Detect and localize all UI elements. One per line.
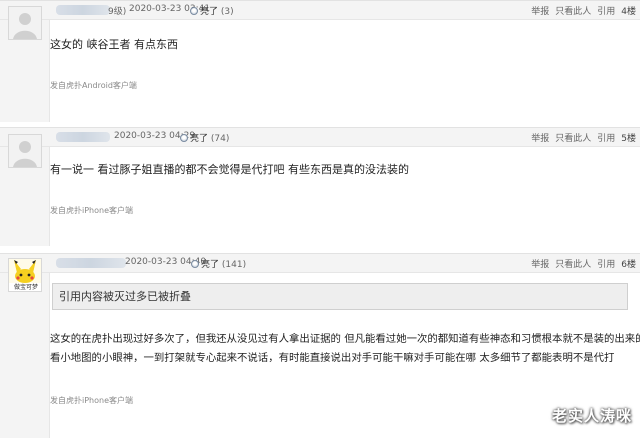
report-link[interactable]: 举报	[531, 134, 549, 144]
username-blurred[interactable]	[56, 5, 110, 15]
avatar[interactable]	[8, 134, 42, 168]
quote-link[interactable]: 引用	[597, 134, 615, 144]
floor-number: 4楼	[621, 7, 636, 17]
avatar[interactable]	[8, 6, 42, 40]
collapsed-quote[interactable]: 引用内容被灭过多已被折叠	[52, 283, 628, 310]
report-link[interactable]: 举报	[531, 260, 549, 270]
post-source: 发自虎扑Android客户端	[50, 81, 137, 90]
light-count: (141)	[221, 260, 247, 270]
light-icon	[190, 7, 198, 15]
floor-number: 5楼	[621, 134, 636, 144]
default-avatar-icon	[9, 135, 41, 167]
light-button[interactable]: 亮了 (141)	[191, 257, 246, 270]
only-this-user-link[interactable]: 只看此人	[555, 7, 591, 17]
light-count: (3)	[220, 7, 234, 17]
light-count: (74)	[210, 134, 230, 144]
post-content-line-2: 看小地图的小眼神，一到打架就专心起来不说话，有时能直接说出对手可能干嘛对手可能在…	[50, 352, 615, 364]
username-blurred[interactable]	[56, 132, 110, 142]
light-icon	[180, 134, 188, 142]
avatar[interactable]: 做宝可梦	[8, 258, 42, 292]
only-this-user-link[interactable]: 只看此人	[555, 134, 591, 144]
post-actions: 举报 只看此人 引用 6楼	[525, 257, 636, 270]
watermark: 老实人涛咪	[551, 407, 632, 425]
default-avatar-icon	[9, 7, 41, 39]
light-icon	[191, 260, 199, 268]
light-label: 亮了	[200, 7, 219, 17]
post-floor-4: 9级) 2020-03-23 03:41 亮了 (3) 举报 只看此人 引用 4楼 这…	[0, 0, 640, 122]
quote-link[interactable]: 引用	[597, 260, 615, 270]
floor-number: 6楼	[621, 260, 636, 270]
pikachu-avatar-icon	[9, 259, 41, 283]
report-link[interactable]: 举报	[531, 7, 549, 17]
user-level: 9级)	[108, 7, 127, 17]
light-button[interactable]: 亮了 (74)	[180, 131, 229, 144]
post-floor-6: 做宝可梦 2020-03-23 04:40 亮了 (141) 举报 只看此人 引用 6…	[0, 253, 640, 438]
avatar-caption: 做宝可梦	[9, 283, 41, 291]
username-blurred[interactable]	[56, 258, 126, 268]
post-content: 有一说一 看过豚子姐直播的都不会觉得是代打吧 有些东西是真的没法装的	[50, 163, 409, 176]
light-button[interactable]: 亮了 (3)	[190, 4, 234, 17]
post-content: 这女的 峡谷王者 有点东西	[50, 38, 178, 51]
post-source: 发自虎扑iPhone客户端	[50, 396, 134, 405]
post-actions: 举报 只看此人 引用 5楼	[525, 131, 636, 144]
light-label: 亮了	[190, 134, 209, 144]
post-actions: 举报 只看此人 引用 4楼	[525, 4, 636, 17]
post-content-line-1: 这女的在虎扑出现过好多次了，但我还从没见过有人拿出证据的 但凡能看过她一次的都知…	[50, 333, 640, 345]
only-this-user-link[interactable]: 只看此人	[555, 260, 591, 270]
post-source: 发自虎扑iPhone客户端	[50, 206, 134, 215]
quote-link[interactable]: 引用	[597, 7, 615, 17]
post-floor-5: 2020-03-23 04:29 亮了 (74) 举报 只看此人 引用 5楼 有一说一…	[0, 127, 640, 246]
light-label: 亮了	[201, 260, 220, 270]
